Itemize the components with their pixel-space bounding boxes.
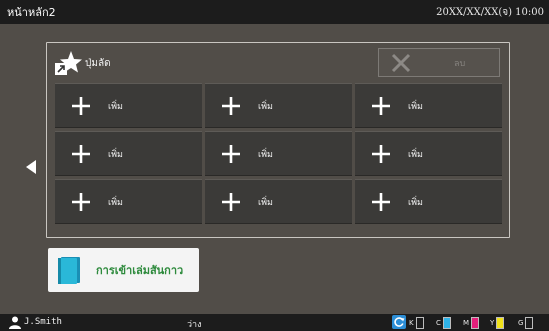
plus-icon	[372, 193, 390, 211]
toner-level-bar	[496, 316, 505, 329]
plus-icon	[372, 145, 390, 163]
toner-c: C	[436, 315, 451, 330]
add-shortcut-tile[interactable]: เพิ่ม	[205, 131, 352, 176]
toner-level-bar	[525, 316, 534, 329]
toner-level-bar	[442, 316, 451, 329]
tile-label: เพิ่ม	[108, 150, 123, 160]
shortcut-grid: เพิ่ม เพิ่ม เพิ่ม เพิ่ม เพิ่ม เพิ่ม เพิ่…	[55, 83, 502, 224]
add-shortcut-tile[interactable]: เพิ่ม	[55, 83, 202, 128]
add-shortcut-tile[interactable]: เพิ่ม	[205, 83, 352, 128]
date-time: 20XX/XX/XX(จ) 10:00	[436, 6, 544, 18]
screen-title: หน้าหลัก2	[7, 6, 56, 19]
toner-level-bar	[471, 316, 480, 329]
tile-label: เพิ่ม	[258, 198, 273, 208]
tile-label: เพิ่ม	[108, 198, 123, 208]
add-shortcut-tile[interactable]: เพิ่ม	[355, 83, 502, 128]
machine-status: ว่าง	[187, 320, 202, 330]
delete-button[interactable]: ลบ	[378, 48, 500, 77]
tile-label: เพิ่ม	[408, 150, 423, 160]
status-bar: J.Smith ว่าง K C M Y G	[0, 314, 549, 331]
previous-page-button[interactable]	[24, 159, 38, 175]
user-icon	[9, 316, 21, 329]
plus-icon	[222, 193, 240, 211]
perfect-binding-label: การเข้าเล่มสันกาว	[96, 264, 184, 277]
add-shortcut-tile[interactable]: เพิ่ม	[355, 131, 502, 176]
shortcut-panel-title: ปุ่มลัด	[85, 58, 111, 69]
add-shortcut-tile[interactable]: เพิ่ม	[55, 179, 202, 224]
tile-label: เพิ่ม	[258, 102, 273, 112]
book-icon	[58, 257, 80, 284]
plus-icon	[72, 145, 90, 163]
toner-letter: G	[518, 318, 524, 327]
add-shortcut-tile[interactable]: เพิ่ม	[205, 179, 352, 224]
toner-letter: K	[409, 318, 414, 327]
tile-label: เพิ่ม	[408, 198, 423, 208]
shortcut-panel: ปุ่มลัด ลบ เพิ่ม เพิ่ม เพิ่ม เพิ่ม เพิ่ม	[46, 42, 510, 238]
perfect-binding-button[interactable]: การเข้าเล่มสันกาว	[48, 248, 199, 292]
title-bar: หน้าหลัก2 20XX/XX/XX(จ) 10:00	[0, 0, 549, 24]
toner-letter: M	[463, 318, 470, 327]
plus-icon	[72, 193, 90, 211]
user-name: J.Smith	[24, 317, 62, 327]
shortcut-panel-header: ปุ่มลัด ลบ	[47, 43, 509, 81]
toner-level-bar	[415, 316, 424, 329]
plus-icon	[372, 97, 390, 115]
x-icon	[391, 53, 411, 72]
tile-label: เพิ่ม	[258, 150, 273, 160]
tile-label: เพิ่ม	[108, 102, 123, 112]
delete-button-label: ลบ	[454, 58, 466, 69]
toner-letter: C	[436, 318, 441, 327]
plus-icon	[72, 97, 90, 115]
add-shortcut-tile[interactable]: เพิ่ม	[55, 131, 202, 176]
star-shortcut-icon	[54, 50, 82, 76]
plus-icon	[222, 145, 240, 163]
toner-g: G	[518, 315, 534, 330]
toner-m: M	[463, 315, 480, 330]
refresh-icon[interactable]	[392, 315, 406, 329]
triangle-left-icon	[26, 160, 36, 174]
add-shortcut-tile[interactable]: เพิ่ม	[355, 179, 502, 224]
toner-k: K	[409, 315, 424, 330]
toner-y: Y	[490, 315, 505, 330]
plus-icon	[222, 97, 240, 115]
toner-letter: Y	[490, 318, 495, 327]
tile-label: เพิ่ม	[408, 102, 423, 112]
